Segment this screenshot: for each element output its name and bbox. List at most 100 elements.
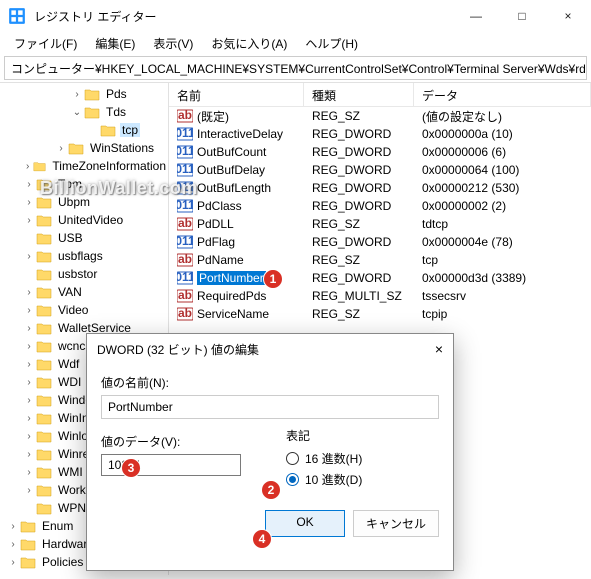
svg-text:ab: ab	[178, 109, 192, 122]
menu-edit[interactable]: 編集(E)	[87, 33, 143, 54]
menubar: ファイル(F) 編集(E) 表示(V) お気に入り(A) ヘルプ(H)	[0, 32, 591, 54]
chevron-icon: ›	[22, 287, 36, 298]
tree-item-label: Pds	[104, 87, 129, 101]
path-input[interactable]: コンピューター¥HKEY_LOCAL_MACHINE¥SYSTEM¥Curren…	[4, 56, 587, 80]
column-name[interactable]: 名前	[169, 83, 304, 106]
value-name: PdClass	[197, 199, 242, 213]
titlebar: レジストリ エディター — □ ×	[0, 0, 591, 32]
radix-dec-option[interactable]: 10 進数(D)	[286, 471, 439, 488]
value-type: REG_DWORD	[304, 127, 414, 141]
tree-item-label: USB	[56, 231, 85, 245]
svg-text:ab: ab	[178, 217, 192, 230]
radix-hex-label: 16 進数(H)	[305, 450, 362, 467]
value-type: REG_MULTI_SZ	[304, 289, 414, 303]
value-name-field[interactable]: PortNumber	[101, 395, 439, 419]
column-data[interactable]: データ	[414, 83, 591, 106]
value-name: OutBufLength	[197, 181, 271, 195]
value-name: InteractiveDelay	[197, 127, 283, 141]
dialog-titlebar: DWORD (32 ビット) 値の編集 ×	[87, 334, 453, 364]
tree-item-label: Enum	[40, 519, 75, 533]
menu-view[interactable]: 表示(V)	[145, 33, 201, 54]
tree-item[interactable]: ›Video	[0, 301, 168, 319]
list-row[interactable]: abPdDLLREG_SZtdtcp	[169, 215, 591, 233]
chevron-icon: ›	[22, 377, 36, 388]
regedit-icon	[8, 7, 26, 25]
menu-file[interactable]: ファイル(F)	[6, 33, 85, 54]
dialog-close-button[interactable]: ×	[413, 341, 443, 357]
value-data-label: 値のデータ(V):	[101, 433, 256, 450]
chevron-icon: ›	[22, 485, 36, 496]
tree-item[interactable]: usbstor	[0, 265, 168, 283]
value-data: 0x00000064 (100)	[414, 163, 591, 177]
chevron-icon: ›	[70, 89, 84, 100]
list-row[interactable]: 011PortNumberREG_DWORD0x00000d3d (3389)	[169, 269, 591, 287]
svg-text:011: 011	[177, 271, 193, 284]
tree-item-label: VAN	[56, 285, 84, 299]
svg-text:011: 011	[177, 145, 193, 158]
value-name-label: 値の名前(N):	[101, 374, 439, 391]
value-type: REG_SZ	[304, 109, 414, 123]
tree-item-label: tcp	[120, 123, 140, 137]
tree-item[interactable]: ›Ubpm	[0, 193, 168, 211]
list-row[interactable]: 011OutBufCountREG_DWORD0x00000006 (6)	[169, 143, 591, 161]
list-row[interactable]: ab(既定)REG_SZ(値の設定なし)	[169, 107, 591, 125]
tree-item[interactable]: › Tpm	[0, 175, 168, 193]
tree-item[interactable]: › usbflags	[0, 247, 168, 265]
list-row[interactable]: 011PdClassREG_DWORD0x00000002 (2)	[169, 197, 591, 215]
tree-item-label: Policies	[40, 555, 85, 569]
tree-item-label: Tpm	[56, 177, 84, 191]
value-data: 0x00000d3d (3389)	[414, 271, 591, 285]
tree-item-label: usbflags	[56, 249, 105, 263]
chevron-icon: ›	[22, 251, 36, 262]
tree-item[interactable]: ›UnitedVideo	[0, 211, 168, 229]
list-row[interactable]: 011PdFlagREG_DWORD0x0000004e (78)	[169, 233, 591, 251]
column-type[interactable]: 種類	[304, 83, 414, 106]
chevron-icon: ›	[22, 395, 36, 406]
minimize-button[interactable]: —	[453, 0, 499, 32]
close-button[interactable]: ×	[545, 0, 591, 32]
tree-item[interactable]: USB	[0, 229, 168, 247]
value-name: RequiredPds	[197, 289, 266, 303]
menu-favorites[interactable]: お気に入り(A)	[203, 33, 295, 54]
list-row[interactable]: 011InteractiveDelayREG_DWORD0x0000000a (…	[169, 125, 591, 143]
tree-item[interactable]: › Pds	[0, 85, 168, 103]
chevron-icon: ›	[22, 413, 36, 424]
tree-item-label: WMI	[56, 465, 85, 479]
tree-item-label: Ubpm	[56, 195, 92, 209]
menu-help[interactable]: ヘルプ(H)	[297, 33, 366, 54]
value-data: tdtcp	[414, 217, 591, 231]
tree-item-label: UnitedVideo	[56, 213, 125, 227]
list-row[interactable]: abRequiredPdsREG_MULTI_SZtssecsrv	[169, 287, 591, 305]
list-row[interactable]: abPdNameREG_SZtcp	[169, 251, 591, 269]
maximize-button[interactable]: □	[499, 0, 545, 32]
chevron-icon: ›	[22, 179, 36, 190]
tree-item[interactable]: ⌄Tds	[0, 103, 168, 121]
annotation-marker-1: 1	[263, 269, 283, 289]
value-name: (既定)	[197, 108, 229, 125]
chevron-icon: ›	[6, 557, 20, 568]
tree-item-label: TimeZoneInformation	[50, 159, 168, 173]
list-row[interactable]: abServiceNameREG_SZtcpip	[169, 305, 591, 323]
chevron-icon: ›	[22, 323, 36, 334]
tree-item[interactable]: tcp	[0, 121, 168, 139]
svg-text:ab: ab	[178, 307, 192, 320]
value-data: 0x00000002 (2)	[414, 199, 591, 213]
radix-hex-option[interactable]: 16 進数(H)	[286, 450, 439, 467]
radix-label: 表記	[286, 427, 439, 444]
chevron-icon: ⌄	[70, 107, 84, 118]
list-row[interactable]: 011OutBufLengthREG_DWORD0x00000212 (530)	[169, 179, 591, 197]
tree-item[interactable]: › VAN	[0, 283, 168, 301]
tree-item[interactable]: › WinStations	[0, 139, 168, 157]
chevron-icon: ›	[22, 467, 36, 478]
annotation-marker-3: 3	[121, 458, 141, 478]
chevron-icon: ›	[22, 359, 36, 370]
value-name: PdFlag	[197, 235, 235, 249]
tree-item-label: Video	[56, 303, 90, 317]
chevron-icon: ›	[54, 143, 68, 154]
list-row[interactable]: 011OutBufDelayREG_DWORD0x00000064 (100)	[169, 161, 591, 179]
cancel-button[interactable]: キャンセル	[353, 510, 439, 537]
tree-item-label: WinStations	[88, 141, 156, 155]
tree-item-label: WDI	[56, 375, 83, 389]
tree-item[interactable]: ›TimeZoneInformation	[0, 157, 168, 175]
ok-button[interactable]: OK	[265, 510, 345, 537]
